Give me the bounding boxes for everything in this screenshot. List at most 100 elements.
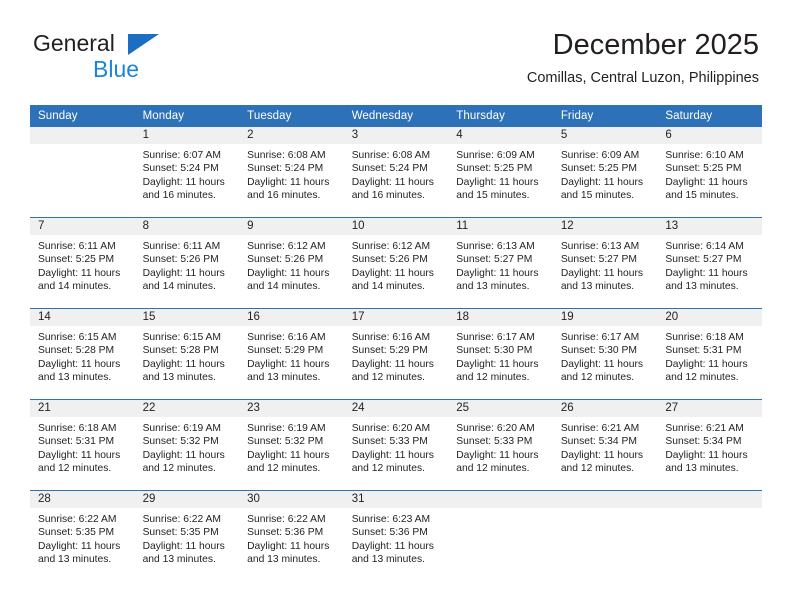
day-details: Sunrise: 6:19 AM Sunset: 5:32 PM Dayligh… [135, 417, 240, 476]
sunset-text: Sunset: 5:36 PM [247, 527, 324, 539]
day-cell[interactable] [30, 127, 135, 218]
day-cell[interactable]: 8 Sunrise: 6:11 AM Sunset: 5:26 PM Dayli… [134, 217, 240, 309]
calendar-table: Sunday Monday Tuesday Wednesday Thursday… [30, 105, 762, 581]
day-cell-inner: 22 Sunrise: 6:19 AM Sunset: 5:32 PM Dayl… [134, 400, 240, 490]
daylight-text-line2: and 14 minutes. [351, 281, 425, 293]
sunset-text: Sunset: 5:30 PM [560, 345, 637, 357]
day-number: 21 [30, 400, 135, 417]
day-cell[interactable]: 14 Sunrise: 6:15 AM Sunset: 5:28 PM Dayl… [30, 308, 135, 400]
day-details: Sunrise: 6:10 AM Sunset: 5:25 PM Dayligh… [657, 144, 762, 203]
daylight-text-line1: Daylight: 11 hours [142, 267, 225, 279]
day-cell[interactable] [657, 490, 762, 581]
day-cell-inner: 10 Sunrise: 6:12 AM Sunset: 5:26 PM Dayl… [343, 218, 449, 308]
sunset-text: Sunset: 5:25 PM [456, 163, 533, 175]
daylight-text-line2: and 13 minutes. [247, 372, 321, 384]
day-cell[interactable]: 19 Sunrise: 6:17 AM Sunset: 5:30 PM Dayl… [552, 308, 658, 400]
sunrise-text: Sunrise: 6:12 AM [247, 241, 326, 252]
day-cell[interactable]: 9 Sunrise: 6:12 AM Sunset: 5:26 PM Dayli… [239, 217, 344, 309]
day-cell[interactable]: 11 Sunrise: 6:13 AM Sunset: 5:27 PM Dayl… [448, 217, 553, 309]
sunset-text: Sunset: 5:24 PM [351, 163, 428, 175]
day-cell-inner [657, 491, 762, 581]
day-cell[interactable]: 28 Sunrise: 6:22 AM Sunset: 5:35 PM Dayl… [30, 490, 135, 581]
sunset-text: Sunset: 5:35 PM [142, 527, 219, 539]
day-number: 5 [552, 127, 658, 144]
day-details: Sunrise: 6:12 AM Sunset: 5:26 PM Dayligh… [344, 235, 449, 294]
day-details: Sunrise: 6:12 AM Sunset: 5:26 PM Dayligh… [239, 235, 344, 294]
day-details: Sunrise: 6:11 AM Sunset: 5:25 PM Dayligh… [30, 235, 135, 294]
day-number: 3 [343, 127, 449, 144]
day-cell[interactable]: 5 Sunrise: 6:09 AM Sunset: 5:25 PM Dayli… [552, 127, 658, 218]
day-details: Sunrise: 6:22 AM Sunset: 5:35 PM Dayligh… [135, 508, 240, 567]
day-cell[interactable] [448, 490, 553, 581]
calendar-body: 1 Sunrise: 6:07 AM Sunset: 5:24 PM Dayli… [30, 127, 762, 581]
day-cell[interactable]: 27 Sunrise: 6:21 AM Sunset: 5:34 PM Dayl… [657, 399, 762, 491]
day-cell[interactable]: 16 Sunrise: 6:16 AM Sunset: 5:29 PM Dayl… [239, 308, 344, 400]
daylight-text-line2: and 16 minutes. [247, 190, 321, 202]
day-number: 26 [552, 400, 658, 417]
day-cell[interactable]: 20 Sunrise: 6:18 AM Sunset: 5:31 PM Dayl… [657, 308, 762, 400]
day-number: 4 [448, 127, 553, 144]
daylight-text-line1: Daylight: 11 hours [351, 449, 434, 461]
day-number: 28 [30, 491, 135, 508]
day-cell[interactable]: 18 Sunrise: 6:17 AM Sunset: 5:30 PM Dayl… [448, 308, 553, 400]
week-row: 14 Sunrise: 6:15 AM Sunset: 5:28 PM Dayl… [30, 308, 762, 400]
day-cell[interactable]: 15 Sunrise: 6:15 AM Sunset: 5:28 PM Dayl… [134, 308, 240, 400]
day-cell[interactable]: 10 Sunrise: 6:12 AM Sunset: 5:26 PM Dayl… [343, 217, 449, 309]
day-cell-inner: 18 Sunrise: 6:17 AM Sunset: 5:30 PM Dayl… [448, 309, 553, 399]
daylight-text-line1: Daylight: 11 hours [38, 267, 121, 279]
day-details: Sunrise: 6:13 AM Sunset: 5:27 PM Dayligh… [553, 235, 658, 294]
day-cell[interactable]: 13 Sunrise: 6:14 AM Sunset: 5:27 PM Dayl… [657, 217, 762, 309]
day-cell[interactable]: 4 Sunrise: 6:09 AM Sunset: 5:25 PM Dayli… [448, 127, 553, 218]
day-cell[interactable]: 12 Sunrise: 6:13 AM Sunset: 5:27 PM Dayl… [552, 217, 658, 309]
day-cell[interactable]: 21 Sunrise: 6:18 AM Sunset: 5:31 PM Dayl… [30, 399, 135, 491]
day-cell[interactable]: 26 Sunrise: 6:21 AM Sunset: 5:34 PM Dayl… [552, 399, 658, 491]
sunrise-text: Sunrise: 6:16 AM [351, 332, 431, 343]
day-number: 17 [343, 309, 449, 326]
day-cell[interactable]: 17 Sunrise: 6:16 AM Sunset: 5:29 PM Dayl… [343, 308, 449, 400]
day-cell[interactable]: 2 Sunrise: 6:08 AM Sunset: 5:24 PM Dayli… [239, 127, 344, 218]
daylight-text-line1: Daylight: 11 hours [560, 358, 644, 370]
sunset-text: Sunset: 5:25 PM [560, 163, 637, 175]
daylight-text-line2: and 14 minutes. [247, 281, 321, 293]
day-cell[interactable]: 3 Sunrise: 6:08 AM Sunset: 5:24 PM Dayli… [343, 127, 449, 218]
daylight-text-line1: Daylight: 11 hours [247, 540, 330, 552]
day-details: Sunrise: 6:20 AM Sunset: 5:33 PM Dayligh… [344, 417, 449, 476]
daylight-text-line2: and 16 minutes. [142, 190, 216, 202]
day-cell[interactable]: 30 Sunrise: 6:22 AM Sunset: 5:36 PM Dayl… [239, 490, 344, 581]
day-cell[interactable]: 6 Sunrise: 6:10 AM Sunset: 5:25 PM Dayli… [657, 127, 762, 218]
day-cell-inner: 19 Sunrise: 6:17 AM Sunset: 5:30 PM Dayl… [552, 309, 658, 399]
day-cell[interactable] [552, 490, 658, 581]
daylight-text-line1: Daylight: 11 hours [665, 267, 748, 279]
sunrise-text: Sunrise: 6:15 AM [38, 332, 117, 343]
day-details: Sunrise: 6:20 AM Sunset: 5:33 PM Dayligh… [448, 417, 553, 476]
day-details: Sunrise: 6:18 AM Sunset: 5:31 PM Dayligh… [657, 326, 762, 385]
week-row: 28 Sunrise: 6:22 AM Sunset: 5:35 PM Dayl… [30, 490, 762, 581]
day-cell[interactable]: 24 Sunrise: 6:20 AM Sunset: 5:33 PM Dayl… [343, 399, 449, 491]
day-cell[interactable]: 22 Sunrise: 6:19 AM Sunset: 5:32 PM Dayl… [134, 399, 240, 491]
day-cell[interactable]: 23 Sunrise: 6:19 AM Sunset: 5:32 PM Dayl… [239, 399, 344, 491]
day-cell-inner: 24 Sunrise: 6:20 AM Sunset: 5:33 PM Dayl… [343, 400, 449, 490]
day-details: Sunrise: 6:21 AM Sunset: 5:34 PM Dayligh… [657, 417, 762, 476]
sunrise-text: Sunrise: 6:13 AM [560, 241, 640, 252]
day-cell-inner: 23 Sunrise: 6:19 AM Sunset: 5:32 PM Dayl… [239, 400, 344, 490]
daylight-text-line2: and 13 minutes. [456, 281, 530, 293]
day-details [657, 508, 762, 513]
day-cell[interactable]: 29 Sunrise: 6:22 AM Sunset: 5:35 PM Dayl… [134, 490, 240, 581]
daylight-text-line2: and 15 minutes. [560, 190, 635, 202]
day-cell[interactable]: 7 Sunrise: 6:11 AM Sunset: 5:25 PM Dayli… [30, 217, 135, 309]
day-number [657, 491, 762, 508]
day-cell[interactable]: 1 Sunrise: 6:07 AM Sunset: 5:24 PM Dayli… [134, 127, 240, 218]
day-details: Sunrise: 6:22 AM Sunset: 5:35 PM Dayligh… [30, 508, 135, 567]
daylight-text-line2: and 12 minutes. [560, 463, 635, 475]
day-cell[interactable]: 31 Sunrise: 6:23 AM Sunset: 5:36 PM Dayl… [343, 490, 449, 581]
weekday-header-wednesday: Wednesday [343, 105, 449, 127]
daylight-text-line2: and 12 minutes. [560, 372, 635, 384]
day-details [448, 508, 553, 513]
day-cell-inner [448, 491, 553, 581]
sunrise-text: Sunrise: 6:16 AM [247, 332, 326, 343]
day-cell[interactable]: 25 Sunrise: 6:20 AM Sunset: 5:33 PM Dayl… [448, 399, 553, 491]
sunrise-text: Sunrise: 6:22 AM [247, 514, 326, 525]
day-details: Sunrise: 6:15 AM Sunset: 5:28 PM Dayligh… [30, 326, 135, 385]
day-details [30, 144, 135, 149]
day-details: Sunrise: 6:21 AM Sunset: 5:34 PM Dayligh… [553, 417, 658, 476]
